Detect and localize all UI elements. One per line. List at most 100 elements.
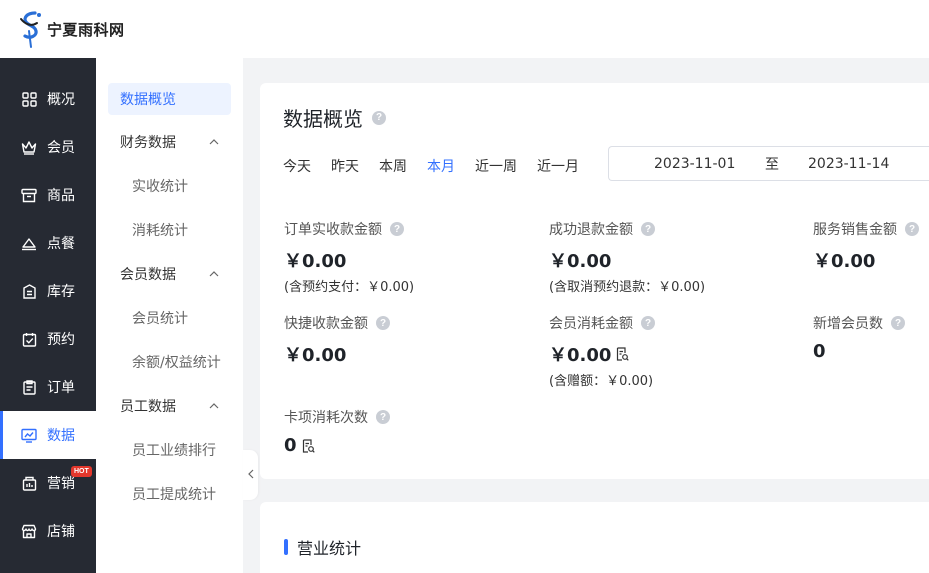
stat-value-text: 0 — [284, 435, 297, 456]
sidebar-item-data[interactable]: 数据 — [0, 411, 96, 459]
stat-value: ￥0.00 — [813, 251, 876, 272]
stat-value: ￥0.00 — [284, 345, 347, 366]
hot-badge: HOT — [71, 466, 92, 477]
sidebar-item-label: 库存 — [47, 284, 75, 300]
main-sidebar: 概况 会员 商品 点餐 库存 预约 订单 数据 营销 HOT 店铺 — [0, 58, 96, 573]
stat-label-text: 卡项消耗次数 — [284, 410, 368, 426]
stat-label-text: 成功退款金额 — [549, 222, 633, 238]
marketing-icon — [21, 475, 37, 491]
inventory-icon — [21, 283, 37, 299]
sidebar-item-overview[interactable]: 概况 — [0, 75, 96, 123]
submenu-item-consumption-stats[interactable]: 消耗统计 — [108, 214, 231, 246]
sidebar-item-appointments[interactable]: 预约 — [0, 315, 96, 363]
submenu-group-members[interactable]: 会员数据 — [108, 258, 231, 290]
data-overview-card: 数据概览 ? 今天 昨天 本周 本月 近一周 近一月 2023-11-01 至 … — [260, 83, 929, 479]
date-end-input[interactable]: 2023-11-14 — [808, 156, 889, 172]
stat-label: 卡项消耗次数 ? — [284, 407, 390, 427]
range-this-month[interactable]: 本月 — [427, 156, 455, 176]
stat-label-text: 订单实收款金额 — [284, 222, 382, 238]
submenu-group-label: 会员数据 — [120, 267, 176, 283]
chevron-up-icon — [209, 401, 219, 412]
stat-sub: (含预约支付：￥0.00) — [284, 280, 415, 295]
help-icon[interactable]: ? — [641, 316, 655, 330]
page-title: 数据概览 ? — [283, 103, 386, 132]
chart-monitor-icon — [21, 427, 37, 443]
sidebar-item-orders[interactable]: 订单 — [0, 363, 96, 411]
sidebar-item-members[interactable]: 会员 — [0, 123, 96, 171]
calendar-check-icon — [21, 331, 37, 347]
sidebar-item-label: 点餐 — [47, 236, 75, 252]
logo[interactable]: 宁夏雨科网 — [17, 9, 125, 49]
stat-card-usage: 卡项消耗次数 ? 0 — [284, 407, 390, 456]
business-stats-card: 营业统计 — [260, 502, 929, 573]
sidebar-item-label: 预约 — [47, 332, 75, 348]
range-yesterday[interactable]: 昨天 — [331, 156, 359, 176]
help-icon[interactable]: ? — [641, 222, 655, 236]
date-separator: 至 — [765, 156, 779, 173]
clipboard-icon — [21, 379, 37, 395]
stat-value: ￥0.00 — [549, 341, 655, 367]
sidebar-item-inventory[interactable]: 库存 — [0, 267, 96, 315]
stat-label: 会员消耗金额 ? — [549, 313, 655, 333]
section-accent-bar — [284, 539, 288, 555]
logo-text: 宁夏雨科网 — [47, 20, 125, 39]
stat-value: ￥0.00 — [284, 251, 347, 272]
chevron-left-icon — [247, 468, 254, 482]
stat-sub: (含取消预约退款：￥0.00) — [549, 280, 706, 295]
date-start-input[interactable]: 2023-11-01 — [654, 156, 735, 172]
stat-sub: (含赠额：￥0.00) — [549, 374, 654, 389]
section-title-text: 营业统计 — [297, 539, 362, 558]
submenu-item-data-overview[interactable]: 数据概览 — [108, 83, 231, 115]
stat-quick-receipt: 快捷收款金额 ? ￥0.00 — [284, 313, 390, 367]
submenu-group-label: 员工数据 — [120, 399, 176, 415]
detail-doc-icon[interactable] — [302, 438, 315, 453]
chevron-up-icon — [209, 137, 219, 148]
help-icon[interactable]: ? — [891, 316, 905, 330]
date-range-picker[interactable]: 2023-11-01 至 2023-11-14 — [608, 146, 929, 181]
stat-label: 成功退款金额 ? — [549, 219, 705, 239]
stat-label: 快捷收款金额 ? — [284, 313, 390, 333]
submenu-item-staff-ranking[interactable]: 员工业绩排行 — [108, 434, 231, 466]
stat-label-text: 快捷收款金额 — [284, 316, 368, 332]
sidebar-item-label: 订单 — [47, 380, 75, 396]
range-last-week[interactable]: 近一周 — [475, 156, 517, 176]
range-last-month[interactable]: 近一月 — [537, 156, 579, 176]
stat-value: ￥0.00 — [549, 251, 612, 272]
sidebar-item-ordering[interactable]: 点餐 — [0, 219, 96, 267]
page-title-text: 数据概览 — [283, 107, 363, 131]
grid-icon — [21, 91, 37, 107]
help-icon[interactable]: ? — [372, 110, 386, 125]
help-icon[interactable]: ? — [376, 316, 390, 330]
submenu-item-staff-commission[interactable]: 员工提成统计 — [108, 478, 231, 510]
submenu-item-member-stats[interactable]: 会员统计 — [108, 302, 231, 334]
submenu-item-received-stats[interactable]: 实收统计 — [108, 170, 231, 202]
stat-refund: 成功退款金额 ? ￥0.00 (含取消预约退款：￥0.00) — [549, 219, 705, 295]
submenu-item-balance-stats[interactable]: 余额/权益统计 — [108, 346, 231, 378]
help-icon[interactable]: ? — [390, 222, 404, 236]
stat-value-text: ￥0.00 — [549, 345, 612, 366]
stat-label-text: 会员消耗金额 — [549, 316, 633, 332]
collapse-submenu-button[interactable] — [243, 450, 258, 500]
range-today[interactable]: 今天 — [283, 156, 311, 176]
help-icon[interactable]: ? — [376, 410, 390, 424]
data-submenu: 数据概览 财务数据 实收统计 消耗统计 会员数据 会员统计 余额/权益统计 员工… — [96, 58, 243, 573]
stat-member-consumption: 会员消耗金额 ? ￥0.00 (含赠额：￥0.00) — [549, 313, 655, 389]
range-this-week[interactable]: 本周 — [379, 156, 407, 176]
help-icon[interactable]: ? — [905, 222, 919, 236]
dish-cover-icon — [21, 235, 37, 251]
stat-label: 订单实收款金额 ? — [284, 219, 414, 239]
store-box-icon — [21, 187, 37, 203]
submenu-group-finance[interactable]: 财务数据 — [108, 126, 231, 158]
stat-value: 0 — [813, 341, 826, 362]
detail-doc-icon[interactable] — [616, 347, 630, 361]
sidebar-item-label: 概况 — [47, 92, 75, 108]
section-title: 营业统计 — [284, 535, 361, 559]
sidebar-item-shop[interactable]: 店铺 — [0, 507, 96, 555]
stat-new-members: 新增会员数 ? 0 — [813, 313, 905, 362]
stat-label-text: 新增会员数 — [813, 316, 883, 332]
sidebar-item-marketing[interactable]: 营销 HOT — [0, 459, 96, 507]
crown-icon — [21, 139, 37, 155]
sidebar-item-products[interactable]: 商品 — [0, 171, 96, 219]
submenu-group-staff[interactable]: 员工数据 — [108, 390, 231, 422]
stat-label: 新增会员数 ? — [813, 313, 905, 333]
